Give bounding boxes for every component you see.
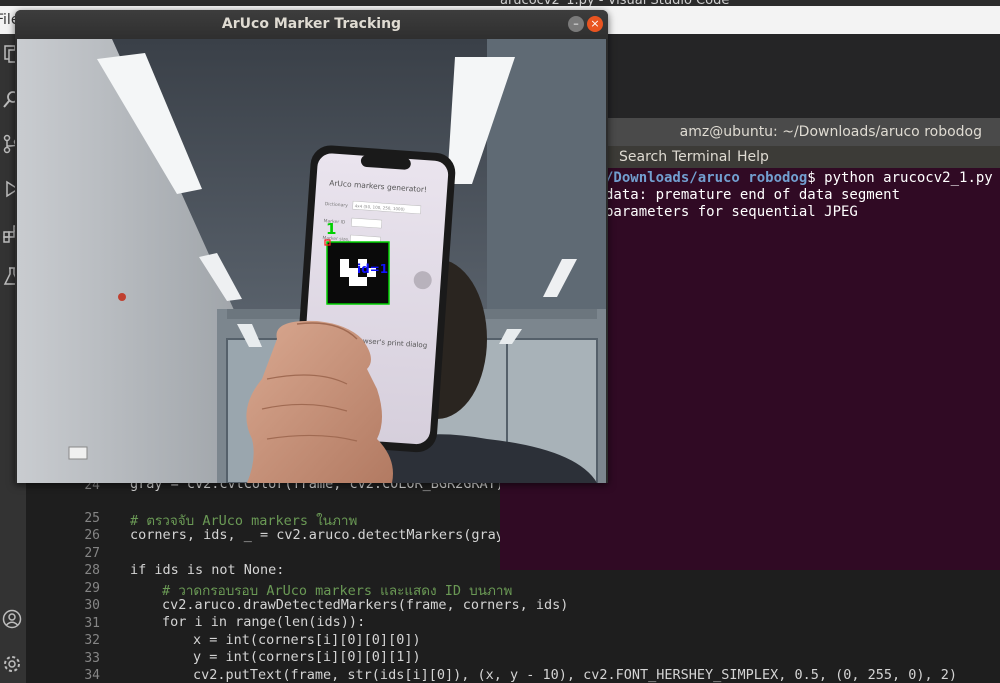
code-line-31[interactable]: for i in range(len(ids)): [162, 614, 365, 630]
terminal-menu-search[interactable]: Search [619, 149, 667, 165]
close-button[interactable]: × [587, 16, 603, 32]
terminal-output-line: parameters for sequential JPEG [605, 204, 858, 220]
line-number-gutter: 24 25 26 27 28 29 30 31 32 33 34 [26, 470, 100, 683]
line-number: 34 [84, 668, 100, 683]
aruco-tracking-window[interactable]: ArUco Marker Tracking – × ArUco markers … [15, 10, 608, 483]
code-line-32[interactable]: x = int(corners[i][0][0][0]) [193, 632, 421, 648]
code-line-33[interactable]: y = int(corners[i][0][0][1]) [193, 649, 421, 665]
terminal-menu-help[interactable]: Help [737, 149, 769, 165]
terminal-prompt-path: /Downloads/aruco robodog [605, 170, 808, 186]
line-number: 28 [84, 563, 100, 578]
code-line-26[interactable]: corners, ids, _ = cv2.aruco.detectMarker… [130, 527, 512, 543]
camera-feed: ArUco markers generator! Dictionary 4x4 … [17, 39, 606, 483]
aruco-window-title: ArUco Marker Tracking [221, 16, 402, 32]
code-line-34[interactable]: cv2.putText(frame, str(ids[i][0]), (x, y… [193, 667, 957, 683]
terminal-output-line: data: premature end of data segment [605, 187, 901, 203]
line-number: 26 [84, 528, 100, 543]
marker-id-label: id=1 [357, 262, 389, 276]
detected-marker-id: 1 [326, 220, 337, 238]
aruco-window-titlebar[interactable]: ArUco Marker Tracking – × [15, 10, 608, 39]
line-number: 27 [84, 546, 100, 561]
line-number: 30 [84, 598, 100, 613]
code-line-30[interactable]: cv2.aruco.drawDetectedMarkers(frame, cor… [162, 597, 568, 613]
settings-gear-icon[interactable] [2, 654, 22, 674]
terminal-prompt-line: /Downloads/aruco robodog$ python arucocv… [605, 170, 993, 186]
line-number: 33 [84, 651, 100, 666]
line-number: 31 [84, 616, 100, 631]
minimize-button[interactable]: – [568, 16, 584, 32]
account-icon[interactable] [2, 609, 22, 629]
line-number: 32 [84, 633, 100, 648]
code-line-28[interactable]: if ids is not None: [130, 562, 284, 578]
line-number: 29 [84, 581, 100, 596]
terminal-command: $ python arucocv2_1.py [807, 170, 993, 186]
line-number: 25 [84, 511, 100, 526]
terminal-menu-terminal[interactable]: Terminal [672, 149, 731, 165]
